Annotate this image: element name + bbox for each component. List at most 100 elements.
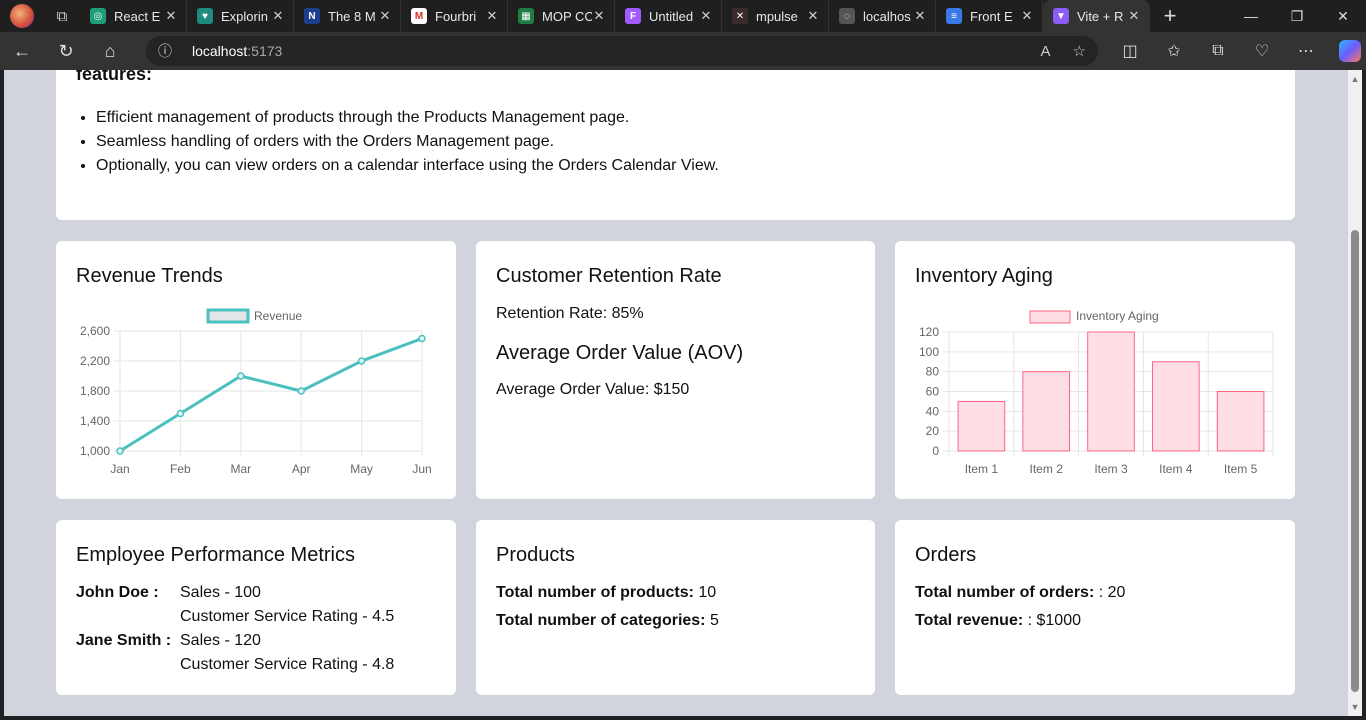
tab-favicon-icon: ♥ xyxy=(197,8,213,24)
products-total-label: Total number of products: xyxy=(496,584,694,601)
intro-card: features: Efficient management of produc… xyxy=(56,70,1295,220)
back-icon[interactable]: ← xyxy=(0,32,44,70)
y-tick-label: 40 xyxy=(926,404,940,418)
bar xyxy=(957,400,1006,452)
y-tick-label: 1,400 xyxy=(80,414,110,428)
split-screen-icon[interactable]: ◫ xyxy=(1108,41,1152,61)
browser-tab[interactable]: N The 8 M ✕ xyxy=(294,0,401,32)
employee-performance-title: Employee Performance Metrics xyxy=(76,544,355,566)
tab-favicon-icon: ◎ xyxy=(90,8,106,24)
profile-icon xyxy=(10,4,34,28)
favorites-icon[interactable]: ✩ xyxy=(1152,41,1196,61)
bar xyxy=(1216,391,1265,452)
bar xyxy=(1151,361,1200,452)
data-point xyxy=(176,409,185,418)
orders-revenue-value: : $1000 xyxy=(1023,612,1081,629)
tab-close-icon[interactable]: ✕ xyxy=(806,8,820,24)
feature-item: Efficient management of products through… xyxy=(96,106,719,130)
y-tick-label: 1,000 xyxy=(80,444,110,458)
retention-rate-text: Retention Rate: 85% xyxy=(496,305,644,322)
tab-close-icon[interactable]: ✕ xyxy=(592,8,606,24)
refresh-icon[interactable]: ↻ xyxy=(44,32,88,70)
products-card: Products Total number of products: 10 To… xyxy=(476,520,875,695)
browser-tab[interactable]: ≡ Front E ✕ xyxy=(936,0,1043,32)
page-viewport: features: Efficient management of produc… xyxy=(4,70,1348,716)
window-controls: — ❐ ✕ xyxy=(1228,0,1366,32)
tab-title: Untitled xyxy=(649,8,694,24)
tab-close-icon[interactable]: ✕ xyxy=(913,8,927,24)
url-port: :5173 xyxy=(247,43,283,59)
minimize-icon[interactable]: — xyxy=(1228,0,1274,32)
x-tick-label: Item 3 xyxy=(1094,462,1128,476)
tab-title: Front E xyxy=(970,8,1013,24)
orders-total-line: Total number of orders: : 20 xyxy=(915,584,1125,602)
x-tick-label: Jan xyxy=(110,462,129,476)
products-total-value: 10 xyxy=(693,584,717,601)
performance-icon[interactable]: ♡ xyxy=(1240,41,1284,61)
browser-tab[interactable]: ♥ Explorin ✕ xyxy=(187,0,294,32)
tab-favicon-icon: ▦ xyxy=(518,8,534,24)
workspaces-icon[interactable]: ⧉ xyxy=(44,0,80,32)
browser-tab[interactable]: M Fourbri ✕ xyxy=(401,0,508,32)
bar xyxy=(1022,371,1071,452)
data-point xyxy=(297,387,305,395)
url-text: localhost:5173 xyxy=(192,43,282,59)
browser-tab[interactable]: ✕ mpulse ✕ xyxy=(722,0,829,32)
page-scrollbar[interactable]: ▲ ▼ xyxy=(1348,70,1362,716)
restore-icon[interactable]: ❐ xyxy=(1274,0,1320,32)
employee-performance-card: Employee Performance Metrics John Doe : … xyxy=(56,520,456,695)
new-tab-button[interactable]: + xyxy=(1150,0,1190,32)
close-window-icon[interactable]: ✕ xyxy=(1320,0,1366,32)
browser-tab[interactable]: ▦ MOP CC ✕ xyxy=(508,0,615,32)
browser-tab[interactable]: F Untitled ✕ xyxy=(615,0,722,32)
scroll-down-icon[interactable]: ▼ xyxy=(1350,702,1360,712)
customer-retention-title: Customer Retention Rate xyxy=(496,265,722,287)
x-tick-label: Mar xyxy=(230,462,251,476)
copilot-icon[interactable] xyxy=(1328,40,1366,62)
tab-close-icon[interactable]: ✕ xyxy=(1020,8,1034,24)
y-tick-label: 20 xyxy=(926,424,940,438)
scroll-up-icon[interactable]: ▲ xyxy=(1350,74,1360,84)
tab-favicon-icon: ◌ xyxy=(839,8,855,24)
browser-tab[interactable]: ◎ React E ✕ xyxy=(80,0,187,32)
tab-close-icon[interactable]: ✕ xyxy=(164,8,178,24)
x-tick-label: Apr xyxy=(292,462,311,476)
home-icon[interactable]: ⌂ xyxy=(88,32,132,70)
aov-text: Average Order Value: $150 xyxy=(496,381,690,398)
orders-title: Orders xyxy=(915,544,977,566)
address-bar[interactable]: ⓘ localhost:5173 A ☆ xyxy=(146,36,1098,66)
x-tick-label: Feb xyxy=(170,462,191,476)
tab-close-icon[interactable]: ✕ xyxy=(271,8,285,24)
categories-total-line: Total number of categories: 5 xyxy=(496,612,719,630)
site-info-icon[interactable]: ⓘ xyxy=(158,41,186,61)
browser-tab[interactable]: ◌ localhos ✕ xyxy=(829,0,936,32)
employee-name: John Doe : xyxy=(76,584,159,601)
tab-favicon-icon: ▼ xyxy=(1053,8,1069,24)
employee-rating: Customer Service Rating - 4.5 xyxy=(180,608,395,625)
inventory-aging-card: Inventory Aging 0 20 40 60 80 100 120 Item 1 Ite… xyxy=(895,241,1295,499)
features-heading: features: xyxy=(76,70,153,84)
bar xyxy=(1087,331,1135,452)
tab-favicon-icon: ✕ xyxy=(732,8,748,24)
scrollbar-thumb[interactable] xyxy=(1351,230,1359,692)
more-menu-icon[interactable]: ⋯ xyxy=(1284,41,1328,61)
y-tick-label: 2,600 xyxy=(80,324,110,338)
tab-title: The 8 M xyxy=(328,8,376,24)
tab-close-icon[interactable]: ✕ xyxy=(699,8,713,24)
window-bottom-edge xyxy=(0,716,1366,720)
tab-close-icon[interactable]: ✕ xyxy=(378,8,392,24)
categories-total-label: Total number of categories: xyxy=(496,612,706,629)
browser-tab[interactable]: ▼ Vite + R ✕ xyxy=(1043,0,1150,32)
tab-close-icon[interactable]: ✕ xyxy=(485,8,499,24)
tab-title: localhos xyxy=(863,8,911,24)
tab-title: Explorin xyxy=(221,8,268,24)
x-tick-label: Item 2 xyxy=(1030,462,1064,476)
feature-item: Optionally, you can view orders on a cal… xyxy=(96,154,719,178)
data-point xyxy=(237,372,245,380)
favorite-star-icon[interactable]: ☆ xyxy=(1073,42,1086,60)
tab-close-icon[interactable]: ✕ xyxy=(1127,8,1141,24)
y-tick-label: 80 xyxy=(926,365,940,379)
read-aloud-icon[interactable]: A xyxy=(1041,43,1051,60)
collections-icon[interactable]: ⧉ xyxy=(1196,42,1240,60)
profile-avatar[interactable] xyxy=(0,0,44,32)
